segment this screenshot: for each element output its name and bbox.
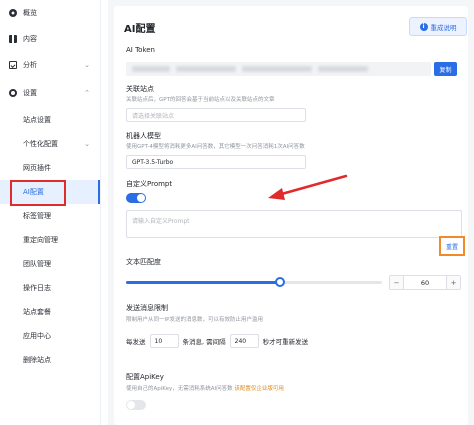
help-button-label: 重成说明 xyxy=(430,23,457,32)
main-area: AI配置 i 重成说明 AI Token 复制 关联站点 关联站点后，GPT的回… xyxy=(108,0,474,425)
text-match-stepper[interactable]: − 60 + xyxy=(389,275,461,290)
sidebar-item-label: 操作日志 xyxy=(23,284,51,292)
content-icon xyxy=(9,35,17,43)
custom-prompt-label: 自定义Prompt xyxy=(126,180,173,188)
annotation-arrow xyxy=(268,174,348,200)
ai-config-card: AI配置 i 重成说明 AI Token 复制 关联站点 关联站点后，GPT的回… xyxy=(114,6,468,425)
sidebar-item-web-plugin[interactable]: 网页插件 xyxy=(0,156,100,180)
redacted-token-segment xyxy=(242,66,312,72)
enterprise-only-link[interactable]: 该配置仅企业版可用 xyxy=(234,386,284,392)
custom-prompt-textarea[interactable]: 请输入自定义Prompt xyxy=(126,210,462,238)
sidebar-item-label: 网页插件 xyxy=(23,164,51,172)
redacted-token-segment xyxy=(318,66,368,72)
chevron-up-icon: ⌃ xyxy=(84,89,90,97)
analysis-icon xyxy=(9,61,17,69)
apikey-label: 配置ApiKey xyxy=(126,373,164,381)
sidebar-item-site-settings[interactable]: 站点设置 xyxy=(0,108,100,132)
sidebar-item-label: 站点套餐 xyxy=(23,308,51,316)
sidebar-item-label: 内容 xyxy=(23,35,37,43)
info-icon: i xyxy=(419,22,428,31)
sidebar-item-delete-site[interactable]: 删除站点 xyxy=(0,348,100,372)
site-link-label: 关联站点 xyxy=(126,85,154,93)
copy-button[interactable]: 复制 xyxy=(434,62,457,76)
increment-button[interactable]: + xyxy=(446,276,460,289)
sidebar-item-label: 站点设置 xyxy=(23,116,51,124)
sidebar-item-settings[interactable]: 设置 ⌃ xyxy=(0,80,100,106)
reset-button[interactable]: 重置 xyxy=(439,236,465,256)
ai-token-label: AI Token xyxy=(126,46,155,54)
interval-input[interactable]: 240 xyxy=(229,334,259,348)
rate-limit-prefix: 每发送 xyxy=(126,338,146,346)
sidebar-item-label: 个性化配置 xyxy=(23,140,58,148)
sidebar-item-label: 设置 xyxy=(23,89,37,97)
toggle-knob xyxy=(137,194,145,202)
sidebar-item-tag-management[interactable]: 标签管理 xyxy=(0,204,100,228)
robot-model-label: 机器人模型 xyxy=(126,132,161,140)
chevron-down-icon: ⌄ xyxy=(84,61,90,69)
apikey-hint: 使用自己的ApiKey，无需消耗系统AI问答数 xyxy=(126,386,233,392)
sidebar: 概览 内容 分析 ⌄ 设置 ⌃ 站点设置 个性化配置 ⌄ 网页插件 AI配置 标… xyxy=(0,0,101,425)
annotation-arrow-line xyxy=(276,174,348,197)
robot-model-select[interactable]: GPT-3.5-Turbo xyxy=(126,155,306,169)
sidebar-item-operation-log[interactable]: 操作日志 xyxy=(0,276,100,300)
stepper-value[interactable]: 60 xyxy=(404,276,446,289)
sidebar-item-content[interactable]: 内容 xyxy=(0,26,100,52)
sidebar-item-label: 标签管理 xyxy=(23,212,51,220)
sidebar-item-analysis[interactable]: 分析 ⌄ xyxy=(0,52,100,78)
rate-limit-hint: 限制用户从同一IP发送的消息数，可以有效防止用户滥用 xyxy=(126,317,263,323)
settings-icon xyxy=(9,89,17,97)
site-link-placeholder: 请选择关联站点 xyxy=(132,112,175,120)
slider-fill xyxy=(126,281,280,284)
sidebar-item-label: 概览 xyxy=(23,9,37,17)
sidebar-item-redirect-management[interactable]: 重定向管理 xyxy=(0,228,100,252)
chevron-down-icon: ⌄ xyxy=(84,140,90,148)
slider-thumb[interactable] xyxy=(274,277,285,287)
rate-limit-label: 发送消息限制 xyxy=(126,304,168,312)
sidebar-item-label: 团队管理 xyxy=(23,260,51,268)
message-count-input[interactable]: 10 xyxy=(149,334,179,348)
rate-limit-suffix: 秒才可重新发送 xyxy=(262,338,309,346)
robot-model-hint: 使用GPT-4模型将消耗更多AI问答数，其它模型一次问答消耗1次AI问答数 xyxy=(126,144,305,150)
reset-button-label: 重置 xyxy=(445,243,458,251)
overview-icon xyxy=(9,9,17,17)
sidebar-item-label: 分析 xyxy=(23,61,37,69)
toggle-knob xyxy=(127,401,135,409)
sidebar-item-site-plan[interactable]: 站点套餐 xyxy=(0,300,100,324)
robot-model-value: GPT-3.5-Turbo xyxy=(132,158,174,166)
page-title: AI配置 xyxy=(124,24,156,35)
decrement-button[interactable]: − xyxy=(390,276,404,289)
apikey-hint-row: 使用自己的ApiKey，无需消耗系统AI问答数 该配置仅企业版可用 xyxy=(126,384,284,392)
sidebar-item-label: 应用中心 xyxy=(23,332,51,340)
annotation-arrow-head xyxy=(268,188,285,200)
rate-limit-middle: 条消息, 需间隔 xyxy=(182,338,226,346)
custom-prompt-toggle[interactable] xyxy=(126,193,146,203)
sidebar-item-label: 重定向管理 xyxy=(23,236,58,244)
apikey-toggle[interactable] xyxy=(126,400,146,410)
text-match-label: 文本匹配度 xyxy=(126,258,161,266)
custom-prompt-placeholder: 请输入自定义Prompt xyxy=(132,218,190,225)
sidebar-item-label: 删除站点 xyxy=(23,356,51,364)
redacted-token-segment xyxy=(176,66,236,72)
ai-token-field xyxy=(126,62,431,76)
help-button[interactable]: i 重成说明 xyxy=(409,17,467,36)
site-link-hint: 关联站点后，GPT的回答会基于当前站点以及关联站点的文章 xyxy=(126,97,275,103)
sidebar-item-app-center[interactable]: 应用中心 xyxy=(0,324,100,348)
text-match-slider[interactable] xyxy=(126,277,382,287)
site-link-select[interactable]: 请选择关联站点 xyxy=(126,108,306,122)
annotation-highlight-box xyxy=(10,180,66,206)
sidebar-item-overview[interactable]: 概览 xyxy=(0,0,100,26)
sidebar-item-personalization[interactable]: 个性化配置 ⌄ xyxy=(0,132,100,156)
rate-limit-row: 每发送 10 条消息, 需间隔 240 秒才可重新发送 xyxy=(126,334,308,348)
sidebar-item-team-management[interactable]: 团队管理 xyxy=(0,252,100,276)
redacted-token-segment xyxy=(132,66,170,72)
